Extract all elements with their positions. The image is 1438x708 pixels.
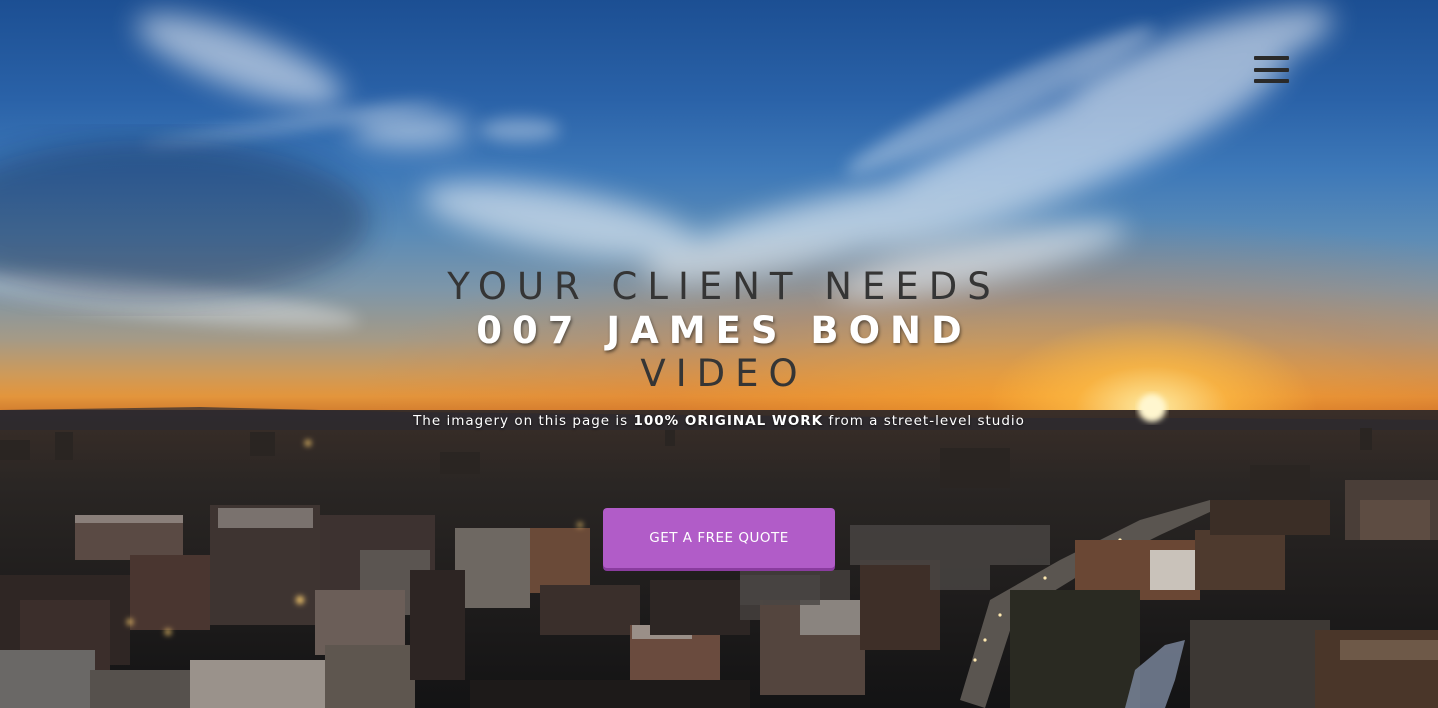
get-free-quote-button[interactable]: GET A FREE QUOTE [603, 508, 835, 568]
hero-section: YOUR CLIENT NEEDS 007 JAMES BOND VIDEO T… [0, 0, 1438, 708]
subline-text-start: The imagery on this page is [413, 413, 634, 429]
headline-line-1: YOUR CLIENT NEEDS [447, 265, 1001, 308]
subline-text-end: from a street-level studio [823, 413, 1025, 429]
menu-bar [1254, 56, 1289, 60]
hamburger-menu-icon[interactable] [1254, 56, 1289, 83]
subline-emphasis: 100% ORIGINAL WORK [633, 413, 824, 429]
hero-subline: The imagery on this page is 100% ORIGINA… [0, 413, 1438, 429]
headline-line-2: 007 JAMES BOND [476, 309, 972, 352]
headline-line-3: VIDEO [640, 352, 808, 395]
menu-bar [1254, 79, 1289, 83]
menu-bar [1254, 67, 1289, 72]
